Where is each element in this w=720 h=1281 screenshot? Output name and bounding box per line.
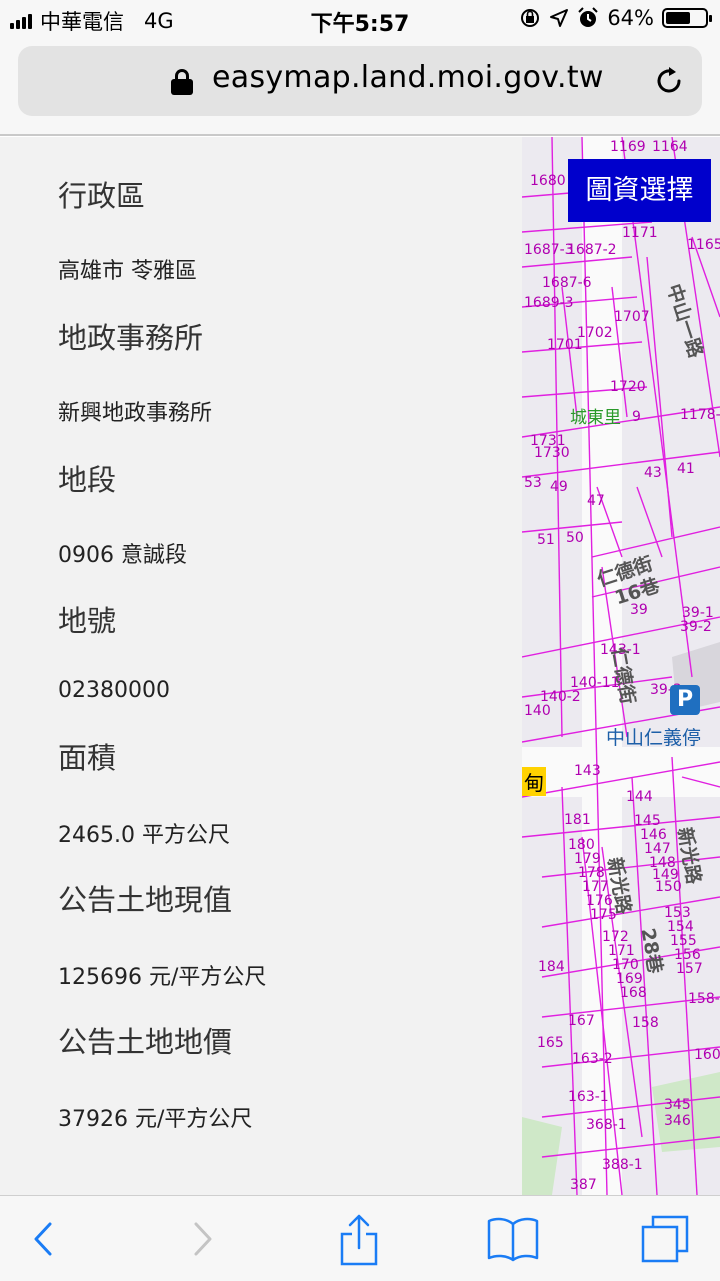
info-value: 新興地政事務所 bbox=[58, 401, 213, 426]
status-right: 64% bbox=[519, 6, 712, 30]
rotation-lock-icon bbox=[521, 9, 540, 27]
status-bar: 中華電信 4G 下午5:57 64% bbox=[0, 0, 720, 40]
parcel-label: 140 bbox=[524, 703, 551, 719]
info-heading: 公告土地地價 bbox=[58, 1025, 233, 1059]
battery-percent: 64% bbox=[607, 6, 654, 30]
parcel-label: 49 bbox=[550, 479, 568, 495]
map-view[interactable]: 1169 1164 1680 1171 1165 1687-3 1687-2 1… bbox=[522, 137, 720, 1195]
parcel-label: 1689-3 bbox=[524, 295, 574, 311]
info-item: 地號 02380000 bbox=[58, 598, 170, 703]
parcel-label: 1687-6 bbox=[542, 275, 592, 291]
browser-toolbar bbox=[0, 1195, 720, 1281]
parcel-label: 181 bbox=[564, 812, 591, 828]
parcel-label: 157 bbox=[676, 961, 703, 977]
alarm-icon bbox=[578, 7, 599, 27]
info-item: 行政區 高雄市 苓雅區 bbox=[58, 173, 197, 285]
parcel-label: 1680 bbox=[530, 173, 566, 189]
bookmarks-icon[interactable] bbox=[486, 1214, 540, 1264]
info-item: 地段 0906 意誠段 bbox=[58, 457, 187, 569]
info-value: 0906 意誠段 bbox=[58, 543, 187, 568]
info-value: 高雄市 苓雅區 bbox=[58, 259, 197, 284]
back-icon[interactable] bbox=[28, 1214, 58, 1264]
info-value: 02380000 bbox=[58, 678, 170, 703]
parcel-label: 1687-2 bbox=[567, 242, 617, 258]
parcel-label: 388-1 bbox=[602, 1157, 643, 1173]
url-text[interactable]: easymap.land.moi.gov.tw bbox=[212, 60, 604, 95]
map-yellow-label: 甸 bbox=[522, 767, 546, 796]
forward-icon[interactable] bbox=[188, 1214, 218, 1264]
place-label: 城東里 bbox=[570, 408, 621, 428]
parking-icon: P bbox=[670, 685, 700, 715]
parcel-label: 1707 bbox=[614, 309, 650, 325]
poi-label: 中山仁義停 bbox=[606, 727, 702, 749]
parcel-label: 163-2 bbox=[572, 1051, 613, 1067]
tabs-icon[interactable] bbox=[640, 1214, 690, 1264]
lock-icon bbox=[171, 69, 193, 95]
parcel-label: 184 bbox=[538, 959, 565, 975]
info-item: 地政事務所 新興地政事務所 bbox=[58, 315, 212, 427]
parcel-label: 160 bbox=[694, 1047, 720, 1063]
parcel-label: 167 bbox=[568, 1013, 595, 1029]
location-icon bbox=[550, 9, 569, 27]
parcel-label: 168 bbox=[620, 985, 647, 1001]
browser-header: easymap.land.moi.gov.tw bbox=[0, 40, 720, 136]
info-item: 公告土地現值 125696 元/平方公尺 bbox=[58, 877, 266, 991]
info-heading: 公告土地現值 bbox=[58, 883, 233, 917]
parcel-label: 144 bbox=[626, 789, 653, 805]
info-heading: 面積 bbox=[58, 741, 117, 775]
info-heading: 地段 bbox=[58, 463, 117, 497]
layer-select-button[interactable]: 圖資選擇 bbox=[568, 159, 711, 222]
parcel-label: 158 bbox=[632, 1015, 659, 1031]
parcel-label: 165 bbox=[537, 1035, 564, 1051]
share-icon[interactable] bbox=[338, 1214, 380, 1266]
parcel-label: 47 bbox=[587, 493, 605, 509]
parcel-label: 39-2 bbox=[680, 619, 712, 635]
parcel-label: 51 bbox=[537, 532, 555, 548]
parcel-label: 9 bbox=[632, 409, 641, 425]
parcel-label: 150 bbox=[655, 879, 682, 895]
info-value: 37926 元/平方公尺 bbox=[58, 1107, 253, 1132]
address-bar[interactable]: easymap.land.moi.gov.tw bbox=[18, 46, 702, 116]
parcel-info-panel: 行政區 高雄市 苓雅區 地政事務所 新興地政事務所 地段 0906 意誠段 地號… bbox=[0, 137, 522, 1195]
parcel-label: 53 bbox=[524, 475, 542, 491]
parcel-label: 1701 bbox=[547, 337, 583, 353]
parcel-label: 143 bbox=[574, 763, 601, 779]
info-value: 125696 元/平方公尺 bbox=[58, 965, 267, 990]
info-item: 公告土地地價 37926 元/平方公尺 bbox=[58, 1019, 252, 1133]
parcel-label: 1169 bbox=[610, 139, 646, 155]
parcel-label: 163-1 bbox=[568, 1089, 609, 1105]
parcel-label: 1165 bbox=[687, 237, 720, 253]
info-value: 2465.0 平方公尺 bbox=[58, 823, 230, 848]
parcel-label: 1730 bbox=[534, 445, 570, 461]
info-heading: 地號 bbox=[58, 604, 117, 638]
parcel-label: 1171 bbox=[622, 225, 658, 241]
parcel-label: 158- bbox=[688, 991, 720, 1007]
parcel-label: 346 bbox=[664, 1113, 691, 1129]
info-heading: 行政區 bbox=[58, 179, 146, 213]
parcel-label: 387 bbox=[570, 1177, 597, 1193]
parcel-label: 50 bbox=[566, 530, 584, 546]
parcel-label: 1720 bbox=[610, 379, 646, 395]
parcel-label: 1178- bbox=[680, 407, 720, 423]
parcel-label: 345 bbox=[664, 1097, 691, 1113]
info-item: 面積 2465.0 平方公尺 bbox=[58, 735, 230, 849]
info-heading: 地政事務所 bbox=[58, 321, 204, 355]
parcel-label: 43 bbox=[644, 465, 662, 481]
parcel-label: 1164 bbox=[652, 139, 688, 155]
parcel-label: 368-1 bbox=[586, 1117, 627, 1133]
reload-icon[interactable] bbox=[652, 64, 686, 98]
parcel-label: 41 bbox=[677, 461, 695, 477]
battery-icon bbox=[662, 8, 712, 28]
